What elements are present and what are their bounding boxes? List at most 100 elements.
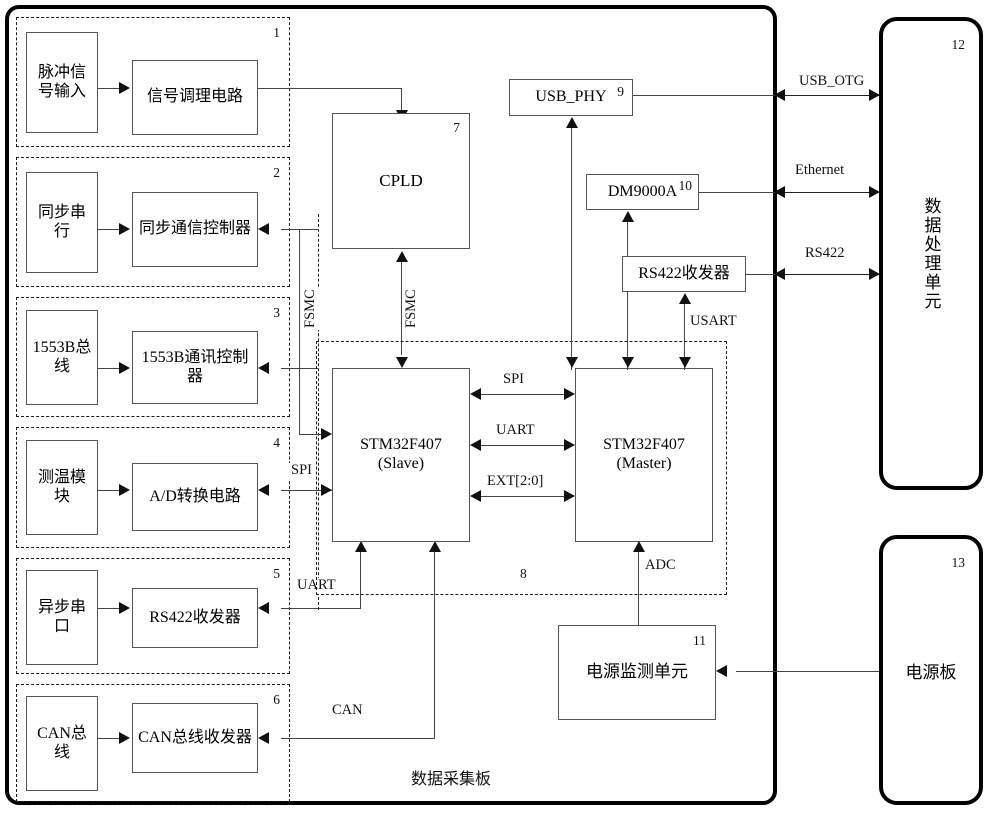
wire-g5-src-to-rs422	[98, 608, 121, 609]
wire-g1-src-to-circuit	[98, 88, 121, 89]
temperature-module-label: 测温模块	[37, 468, 86, 505]
wire-fsmc-slave-drop	[299, 368, 300, 434]
dm9000a-label: DM9000A	[607, 182, 678, 200]
arrowhead-master-usb-in	[566, 357, 578, 368]
arrowhead-ext-right	[564, 490, 575, 502]
bus-fsmc-trunk	[299, 229, 300, 368]
power-monitor-block[interactable]: 电源监测单元 11	[558, 625, 716, 720]
can-bus-block[interactable]: CAN总线	[26, 696, 98, 791]
group-4-index: 4	[273, 435, 280, 450]
temperature-module-block[interactable]: 测温模块	[26, 440, 98, 535]
can-left-bus-label: CAN	[330, 702, 365, 719]
wire-dm9000a-to-unit	[699, 192, 779, 193]
arrowhead-uart-right	[564, 439, 575, 451]
wire-ext-between-mcus	[481, 496, 564, 497]
controller-1553b-block[interactable]: 1553B通讯控制器	[132, 331, 258, 404]
stm32f407-slave-block[interactable]: STM32F407 (Slave)	[332, 368, 470, 542]
arrowhead-uart-left	[470, 439, 481, 451]
dm9000a-block[interactable]: DM9000A 10	[586, 174, 699, 210]
group-6-index: 6	[273, 692, 280, 707]
ad-conversion-circuit-block[interactable]: A/D转换电路	[132, 463, 258, 531]
can-transceiver-block[interactable]: CAN总线收发器	[132, 703, 258, 773]
wire-spi-into-slave	[281, 490, 321, 491]
arrowhead-uart-into-g5	[258, 602, 269, 614]
wire-g4-src-to-adc	[98, 490, 121, 491]
wire-usbphy-to-master	[571, 128, 572, 370]
sync-comm-controller-label: 同步通信控制器	[138, 220, 251, 238]
arrowhead-g1-into-circuit	[119, 82, 130, 94]
adc-bus-label: ADC	[643, 557, 678, 574]
wire-adc-to-master	[638, 552, 639, 626]
arrowhead-spi-slave-left	[321, 484, 332, 496]
wire-uart-to-g5	[281, 608, 361, 609]
async-serial-port-block[interactable]: 异步串口	[26, 570, 98, 665]
group-3-index: 3	[273, 305, 280, 320]
power-board-index: 13	[951, 555, 966, 570]
arrowhead-master-usart-in	[679, 357, 691, 368]
wire-g1-out-to-cpld	[258, 88, 402, 89]
arrowhead-rs422-bottom	[679, 293, 691, 304]
dm9000a-index: 10	[678, 178, 693, 193]
wire-g6-src-to-can	[98, 738, 121, 739]
data-processing-unit-label: 数据处理单元	[921, 196, 941, 311]
region-8-index: 8	[520, 565, 527, 581]
power-board-label: 电源板	[905, 662, 957, 682]
group-5-index: 5	[273, 566, 280, 581]
arrowhead-usb-otg-left	[774, 89, 785, 101]
power-monitor-index: 11	[693, 633, 706, 648]
diagram-canvas: 1 脉冲信号输入 信号调理电路 2 同步串行 同步通信控制器 3 1553B总线…	[0, 0, 1000, 814]
data-processing-unit-block[interactable]: 数据处理单元 12	[879, 17, 983, 490]
board-caption: 数据采集板	[411, 771, 492, 788]
signal-conditioning-circuit-block[interactable]: 信号调理电路	[132, 60, 258, 135]
can-bus-label: CAN总线	[37, 724, 87, 761]
wire-rs422-bus	[779, 274, 879, 275]
can-transceiver-label: CAN总线收发器	[138, 728, 252, 746]
rs422-transceiver-left-label: RS422收发器	[149, 608, 241, 626]
wire-uart-between-mcus	[481, 445, 564, 446]
rs422-transceiver-right-block[interactable]: RS422收发器	[622, 256, 746, 292]
usb-phy-label: USB_PHY	[535, 88, 607, 106]
arrowhead-adc-into-master	[633, 541, 645, 552]
cpld-label: CPLD	[379, 170, 423, 190]
bus-1553b-label: 1553B总线	[32, 338, 92, 375]
wire-g2-src-to-controller	[98, 229, 121, 230]
arrowhead-fsmc-into-g3	[258, 362, 269, 374]
rs422-transceiver-left-block[interactable]: RS422收发器	[132, 588, 258, 648]
arrowhead-spi-left	[470, 388, 481, 400]
wire-spi-between-mcus	[481, 394, 564, 395]
arrowhead-spi-into-g4	[258, 484, 269, 496]
arrowhead-fsmc-slave-left	[321, 428, 332, 440]
bus-fsmc-trunk-top	[299, 229, 319, 230]
signal-conditioning-circuit-label: 信号调理电路	[146, 88, 243, 106]
usart-bus-label: USART	[688, 313, 739, 330]
sync-serial-block[interactable]: 同步串行	[26, 172, 98, 273]
fsmc-cpld-bus-label: FSMC	[403, 287, 420, 330]
stm32f407-slave-label-line2: (Slave)	[377, 455, 425, 472]
sync-serial-label: 同步串行	[37, 203, 86, 240]
ext-mid-bus-label: EXT[2:0]	[485, 473, 546, 490]
usb-phy-block[interactable]: USB_PHY 9	[509, 79, 633, 116]
group-1-index: 1	[273, 25, 280, 40]
sync-comm-controller-block[interactable]: 同步通信控制器	[132, 192, 258, 267]
arrowhead-cpld-bottom	[396, 251, 408, 262]
arrowhead-fsmc-into-g2	[258, 223, 269, 235]
wire-ethernet	[779, 192, 879, 193]
wire-can-bus-horizontal	[281, 738, 435, 739]
arrowhead-g3-into-controller	[119, 362, 130, 374]
wire-usbphy-to-unit	[633, 95, 779, 96]
cpld-index: 7	[453, 120, 460, 135]
wire-fsmc-into-slave	[299, 434, 321, 435]
arrowhead-ethernet-left	[774, 186, 785, 198]
arrowhead-dm9000a-bottom	[622, 211, 634, 222]
wire-usb-otg	[779, 95, 879, 96]
power-board-block[interactable]: 电源板 13	[879, 535, 983, 805]
bus-1553b-block[interactable]: 1553B总线	[26, 310, 98, 405]
wire-powerboard-to-monitor	[736, 671, 880, 672]
uart-mid-bus-label: UART	[494, 422, 537, 439]
arrowhead-can-into-g6	[258, 732, 269, 744]
arrowhead-g5-into-rs422	[119, 602, 130, 614]
stm32f407-master-block[interactable]: STM32F407 (Master)	[575, 368, 713, 542]
cpld-block[interactable]: CPLD 7	[332, 113, 470, 249]
data-processing-unit-index: 12	[951, 37, 966, 52]
pulse-signal-input-block[interactable]: 脉冲信号输入	[26, 32, 98, 133]
